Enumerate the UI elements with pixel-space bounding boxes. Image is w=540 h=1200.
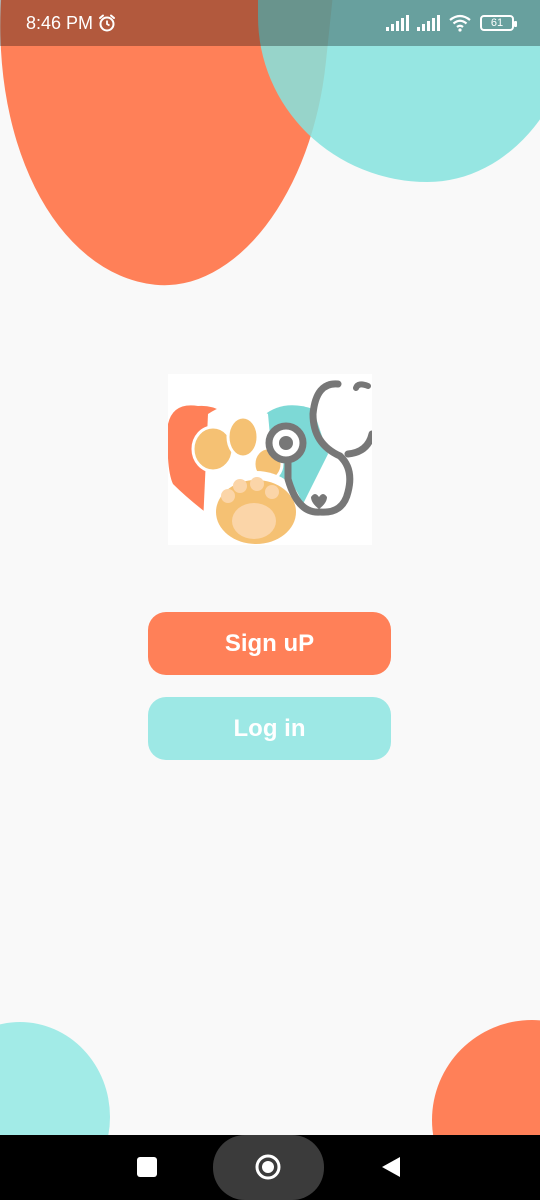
status-right: 61: [386, 14, 517, 32]
clock: 8:46 PM: [26, 12, 94, 33]
home-icon[interactable]: [254, 1153, 282, 1181]
battery-icon: 61: [480, 15, 517, 31]
signal-icon: [386, 15, 409, 31]
status-bar: 8:46 PM 61: [0, 0, 540, 46]
welcome-screen: 8:46 PM 61 Sign uP Log in: [0, 0, 540, 1200]
navigation-bar: [0, 1135, 540, 1200]
pet-vet-logo-icon: [167, 380, 376, 547]
pet-vet-logo: [167, 374, 376, 547]
back-icon[interactable]: [380, 1155, 402, 1179]
signal-icon: [417, 15, 440, 31]
alarm-icon: [99, 14, 116, 32]
status-left: 8:46 PM: [26, 13, 117, 34]
log-in-button[interactable]: Log in: [148, 697, 391, 760]
battery-level: 61: [490, 17, 504, 29]
recents-icon[interactable]: [137, 1157, 157, 1177]
sign-up-button[interactable]: Sign uP: [148, 612, 391, 675]
wifi-icon: [449, 14, 471, 32]
